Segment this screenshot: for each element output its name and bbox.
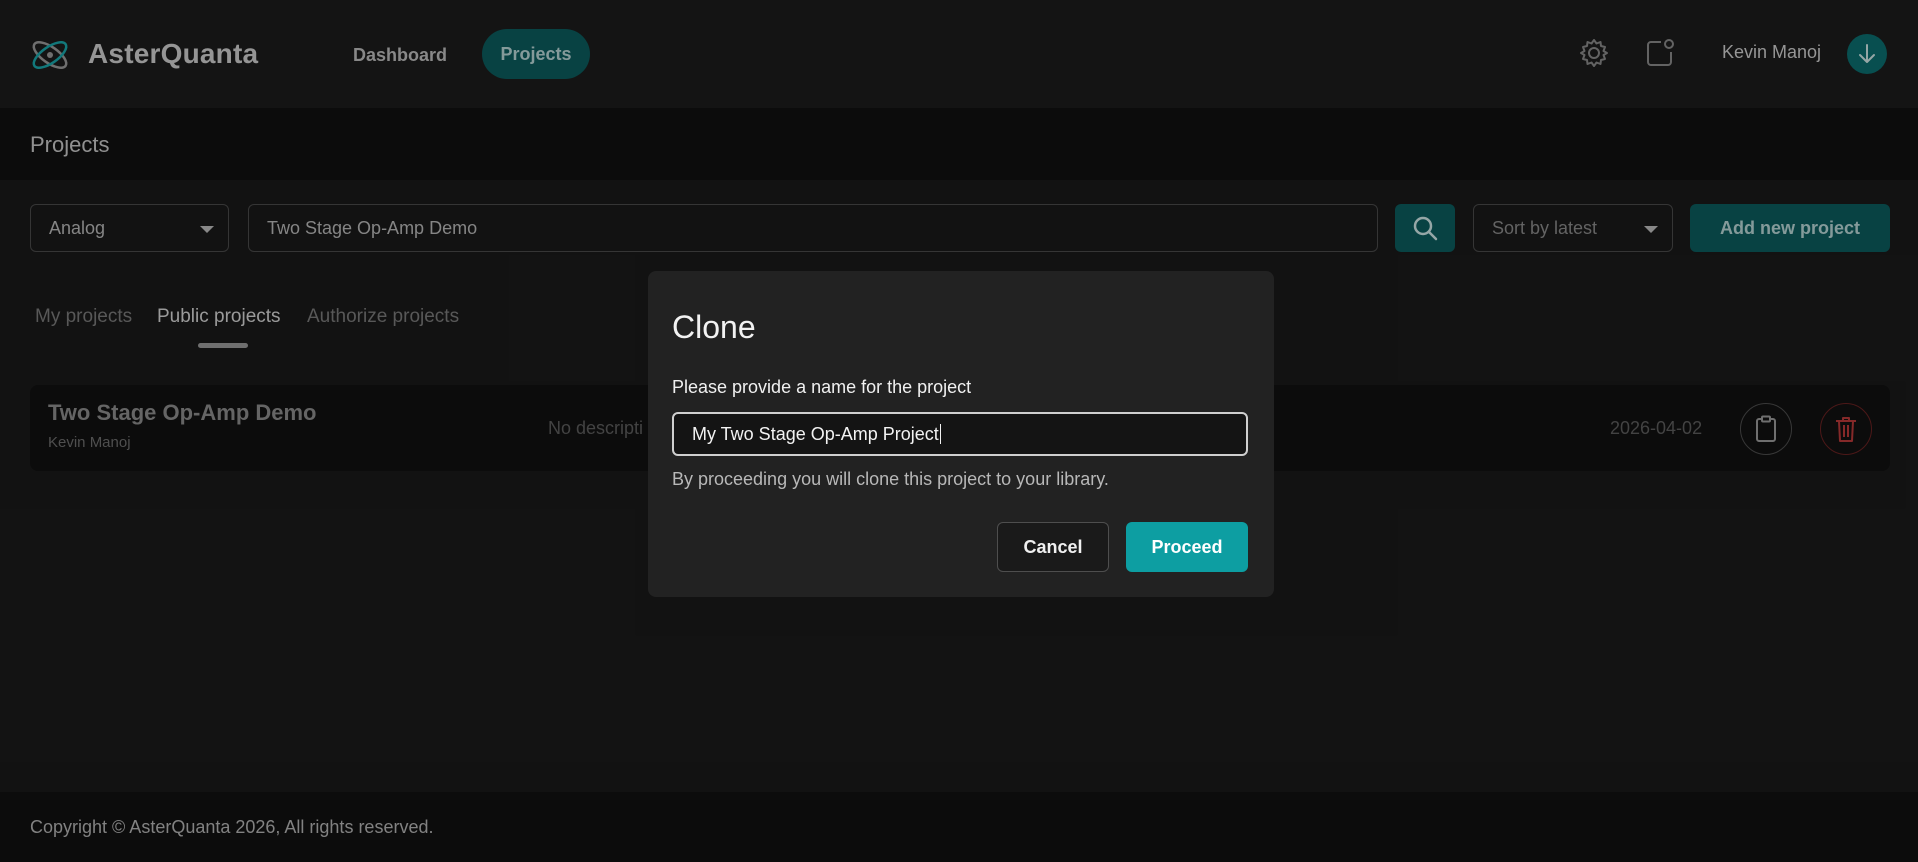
proceed-button[interactable]: Proceed [1126, 522, 1248, 572]
project-name-input[interactable]: My Two Stage Op-Amp Project [672, 412, 1248, 456]
text-cursor [939, 424, 941, 444]
cancel-button[interactable]: Cancel [997, 522, 1109, 572]
dialog-help-text: By proceeding you will clone this projec… [672, 469, 1109, 489]
clone-dialog: Clone Please provide a name for the proj… [648, 271, 1274, 597]
project-name-label: Please provide a name for the project [672, 377, 972, 397]
project-name-input-value: My Two Stage Op-Amp Project [692, 423, 939, 444]
dialog-title: Clone [672, 309, 756, 345]
